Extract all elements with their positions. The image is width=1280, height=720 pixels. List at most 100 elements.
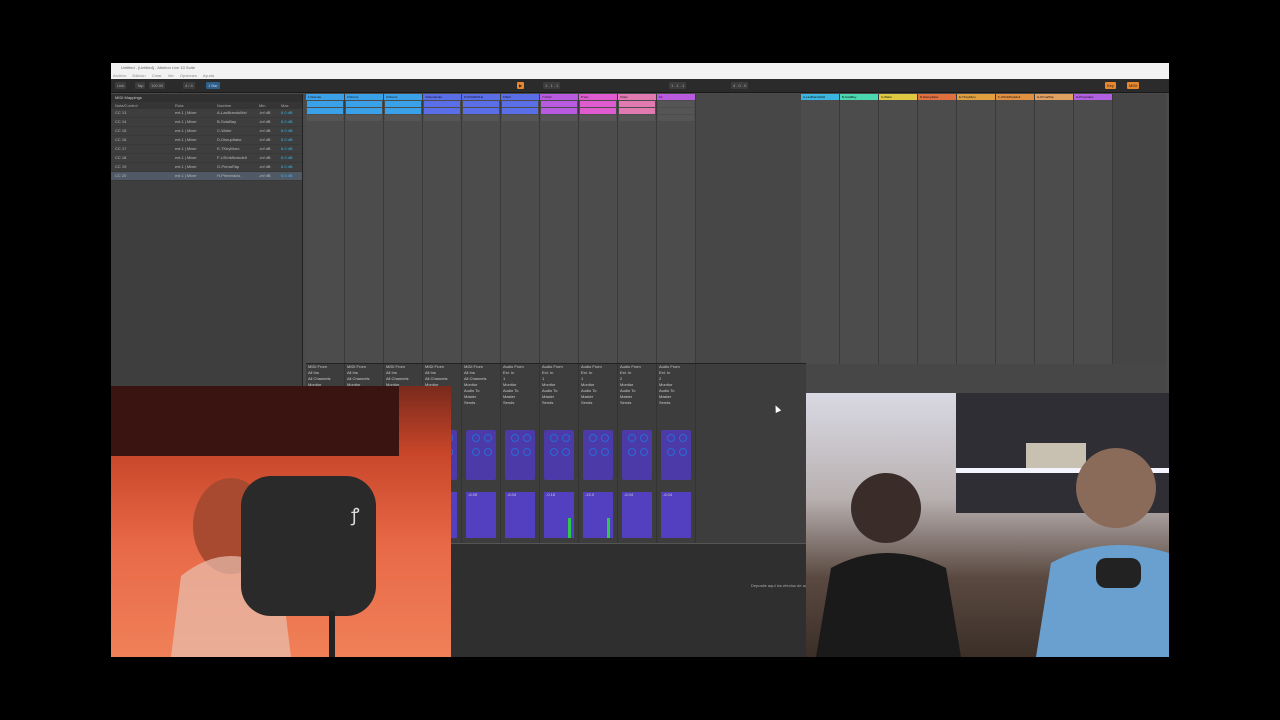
midi-map-button[interactable]: MIDI [1127,82,1140,89]
send-knob[interactable] [589,448,597,456]
clip-slot[interactable] [424,101,460,107]
clip-slot[interactable] [307,115,343,121]
volume-fader[interactable]: -0.18 [544,492,574,538]
track-header[interactable]: 6 Bell [501,94,539,100]
clip-slot[interactable] [463,101,499,107]
session-track[interactable]: 2 Drums [345,94,384,394]
return-track-header[interactable]: H-Primeralos [1074,94,1112,100]
track-header[interactable]: 1 Dramas [306,94,344,100]
mapping-row[interactable]: CC 14 ext.1 | Mixer B-SotaBay -inf dB 6.0 dB [111,118,302,127]
clip-slot[interactable] [424,115,460,121]
clip-slot[interactable] [346,108,382,114]
return-track-header[interactable]: B-SotaBay [840,94,878,100]
end-position-field[interactable]: 1 . 1 . 1 [669,82,687,89]
volume-readout[interactable]: -6.04 [505,492,535,498]
menu-ver[interactable]: Ver [168,73,174,78]
return-track-header[interactable]: F-USInMfoxkdelt [996,94,1034,100]
mapping-row[interactable]: CC 19 ext.1 | Mixer G-PrimalTap -inf dB 6.0 … [111,163,302,172]
clip-slot[interactable] [346,115,382,121]
volume-fader[interactable]: -6.04 [661,492,691,538]
track-header[interactable]: 4 Remainder [423,94,461,100]
session-track[interactable]: 5 DOCEPOLE [462,94,501,394]
session-track[interactable]: 3 Drums [384,94,423,394]
session-track[interactable]: 1 Dramas [306,94,345,394]
session-track[interactable]: 6 Bell [501,94,540,394]
track-header[interactable]: 5 DOCEPOLE [462,94,500,100]
clip-slot[interactable] [502,108,538,114]
volume-fader[interactable]: -15.0 [583,492,613,538]
return-track-header[interactable]: A-LasBrandsMel [801,94,839,100]
clip-slot[interactable] [541,115,577,121]
clip-slot[interactable] [580,101,616,107]
send-knob[interactable] [628,448,636,456]
clip-slot[interactable] [619,108,655,114]
session-track[interactable]: 8 Vox [579,94,618,394]
clip-slot[interactable] [463,108,499,114]
send-knob[interactable] [523,434,531,442]
return-track-header[interactable]: C-Wider [879,94,917,100]
session-track[interactable]: 10 [657,94,696,394]
return-track[interactable]: F-USInMfoxkdelt [996,94,1035,364]
tap-button[interactable]: Tap [135,82,146,89]
volume-fader[interactable]: -6.04 [622,492,652,538]
clip-slot[interactable] [502,101,538,107]
send-knob[interactable] [601,448,609,456]
return-track[interactable]: G-PrimalTap [1035,94,1074,364]
return-track[interactable]: E-TKeyMuro [957,94,996,364]
volume-readout[interactable]: -15.0 [583,492,613,498]
clip-slot[interactable] [580,115,616,121]
send-knob[interactable] [679,448,687,456]
send-knob[interactable] [640,448,648,456]
send-knob[interactable] [484,448,492,456]
track-header[interactable]: 10 [657,94,695,100]
track-header[interactable]: 8 Vox [579,94,617,100]
return-track[interactable]: B-SotaBay [840,94,879,364]
send-knob[interactable] [667,448,675,456]
volume-fader[interactable]: -6.05 [466,492,496,538]
clip-slot[interactable] [619,115,655,121]
loop-length-field[interactable]: 4 . 0 . 0 [731,82,749,89]
clip-slot[interactable] [424,108,460,114]
clip-slot[interactable] [307,108,343,114]
return-track[interactable]: A-LasBrandsMel [801,94,840,364]
menu-edicion[interactable]: Edición [132,73,145,78]
send-knob[interactable] [562,448,570,456]
return-track-header[interactable]: G-PrimalTap [1035,94,1073,100]
position-field[interactable]: 1 . 1 . 1 [543,82,561,89]
menu-opciones[interactable]: Opciones [180,73,197,78]
mapping-row[interactable]: CC 16 ext.1 | Mixer D-Disruptlator -inf dB 6… [111,136,302,145]
send-knob[interactable] [601,434,609,442]
mapping-row[interactable]: CC 13 ext.1 | Mixer A-LasBrandsMel -inf dB 6… [111,109,302,118]
track-header[interactable]: 3 Drums [384,94,422,100]
send-knob[interactable] [550,434,558,442]
tempo-field[interactable]: 100.00 [149,82,166,89]
send-knob[interactable] [511,448,519,456]
send-knob[interactable] [472,434,480,442]
metronome-quantize[interactable]: 1 Bar [206,82,220,89]
send-knob[interactable] [589,434,597,442]
mapping-row[interactable]: CC 18 ext.1 | Mixer F-USInMfoxkdelt -inf dB… [111,154,302,163]
volume-fader[interactable]: -6.04 [505,492,535,538]
menu-ayuda[interactable]: Ayuda [203,73,214,78]
return-track[interactable]: D-Disruptlator [918,94,957,364]
send-knob[interactable] [562,434,570,442]
track-header[interactable]: 9 Rec [618,94,656,100]
send-knob[interactable] [511,434,519,442]
send-knob[interactable] [679,434,687,442]
send-knob[interactable] [628,434,636,442]
clip-slot[interactable] [619,101,655,107]
send-knob[interactable] [550,448,558,456]
volume-readout[interactable]: -6.04 [622,492,652,498]
play-button[interactable]: ▶ [517,82,525,89]
clip-slot[interactable] [541,108,577,114]
clip-slot[interactable] [385,108,421,114]
track-header[interactable]: 7 Choir [540,94,578,100]
clip-slot[interactable] [580,108,616,114]
return-track-header[interactable]: E-TKeyMuro [957,94,995,100]
clip-slot[interactable] [385,101,421,107]
clip-slot[interactable] [385,115,421,121]
session-track[interactable]: 9 Rec [618,94,657,394]
clip-slot[interactable] [463,115,499,121]
send-knob[interactable] [523,448,531,456]
session-track[interactable]: 7 Choir [540,94,579,394]
